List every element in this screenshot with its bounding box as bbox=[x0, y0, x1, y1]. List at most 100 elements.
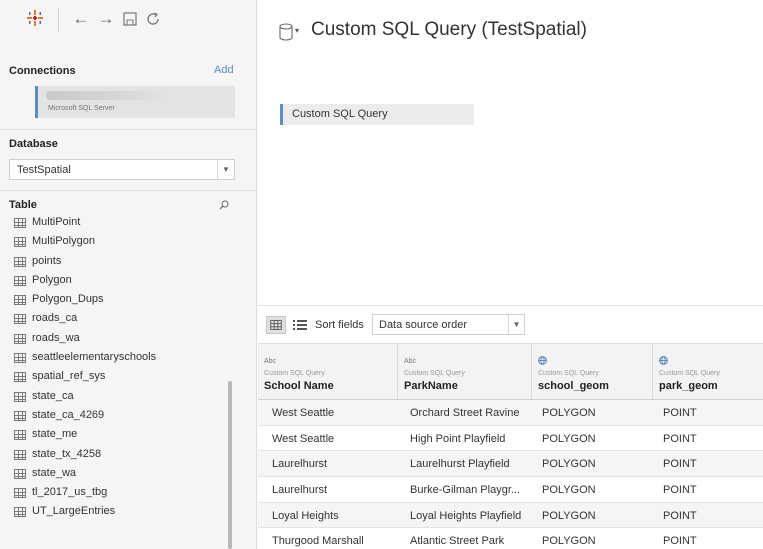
cell-park-geom: POINT bbox=[663, 509, 697, 522]
column-header[interactable]: Custom SQL Query school_geom bbox=[532, 344, 652, 399]
search-icon[interactable] bbox=[219, 200, 229, 210]
column-header[interactable]: Abc Custom SQL Query School Name bbox=[258, 344, 397, 399]
add-connection-link[interactable]: Add bbox=[214, 64, 234, 76]
table-icon bbox=[14, 507, 26, 518]
cell-school-geom: POLYGON bbox=[542, 484, 596, 497]
sort-fields-select[interactable]: Data source order ▼ bbox=[372, 314, 525, 335]
string-type-icon[interactable]: Abc bbox=[264, 358, 276, 365]
cell-park-name: Loyal Heights Playfield bbox=[410, 509, 522, 522]
save-icon[interactable] bbox=[123, 12, 137, 26]
table-icon bbox=[14, 488, 26, 499]
column-name[interactable]: school_geom bbox=[538, 380, 609, 392]
main-area: ▾ Custom SQL Query (TestSpatial) Custom … bbox=[258, 0, 763, 549]
grid-toolbar: Sort fields Data source order ▼ bbox=[258, 305, 763, 343]
column-header[interactable]: Custom SQL Query park_geom bbox=[653, 344, 763, 399]
table-icon bbox=[14, 295, 26, 306]
table-title: Table bbox=[9, 199, 37, 211]
cell-park-name: Atlantic Street Park bbox=[410, 535, 505, 548]
table-item[interactable]: Polygon_Dups bbox=[12, 290, 227, 309]
table-item[interactable]: points bbox=[12, 252, 227, 271]
grid-view-icon[interactable] bbox=[266, 316, 286, 334]
cell-school-name: Laurelhurst bbox=[272, 484, 328, 497]
table-item[interactable]: state_ca bbox=[12, 387, 227, 406]
column-source: Custom SQL Query bbox=[659, 370, 720, 377]
table-row[interactable]: West Seattle Orchard Street Ravine POLYG… bbox=[258, 400, 763, 426]
tableau-logo-icon[interactable] bbox=[27, 10, 43, 26]
table-item[interactable]: roads_wa bbox=[12, 329, 227, 348]
cell-park-geom: POINT bbox=[663, 458, 697, 471]
column-header[interactable]: Abc Custom SQL Query ParkName bbox=[398, 344, 531, 399]
table-icon bbox=[14, 314, 26, 325]
database-select-value: TestSpatial bbox=[17, 164, 71, 176]
table-icon bbox=[14, 372, 26, 383]
chevron-down-icon[interactable]: ▼ bbox=[508, 315, 524, 334]
table-list-scrollbar[interactable] bbox=[228, 381, 232, 549]
globe-icon[interactable] bbox=[538, 356, 547, 365]
table-item[interactable]: state_me bbox=[12, 425, 227, 444]
connections-title: Connections bbox=[9, 65, 76, 77]
cell-park-name: High Point Playfield bbox=[410, 432, 506, 445]
connection-item[interactable]: Microsoft SQL Server bbox=[35, 86, 235, 118]
table-item[interactable]: state_ca_4269 bbox=[12, 406, 227, 425]
refresh-icon[interactable] bbox=[145, 11, 161, 27]
data-source-page: ← → Connections Add Microsoft SQL Server… bbox=[0, 0, 763, 549]
table-item-label: spatial_ref_sys bbox=[32, 370, 106, 383]
database-title: Database bbox=[9, 138, 58, 150]
chevron-down-icon[interactable]: ▼ bbox=[217, 160, 234, 179]
table-item-label: state_ca bbox=[32, 389, 74, 402]
cell-school-geom: POLYGON bbox=[542, 458, 596, 471]
table-icon bbox=[14, 449, 26, 460]
table-item[interactable]: state_wa bbox=[12, 464, 227, 483]
table-item[interactable]: state_tx_4258 bbox=[12, 445, 227, 464]
column-name[interactable]: park_geom bbox=[659, 380, 718, 392]
toolbar-divider bbox=[58, 8, 59, 32]
table-item[interactable]: MultiPolygon bbox=[12, 232, 227, 251]
forward-arrow-icon[interactable]: → bbox=[97, 10, 115, 28]
column-name[interactable]: ParkName bbox=[404, 380, 458, 392]
table-item-label: Polygon bbox=[32, 273, 72, 286]
table-row[interactable]: Thurgood Marshall Atlantic Street Park P… bbox=[258, 528, 763, 549]
table-item[interactable]: Polygon bbox=[12, 271, 227, 290]
cell-school-name: Loyal Heights bbox=[272, 509, 339, 522]
cell-school-name: Thurgood Marshall bbox=[272, 535, 364, 548]
table-item[interactable]: roads_ca bbox=[12, 309, 227, 328]
cell-school-name: Laurelhurst bbox=[272, 458, 328, 471]
divider bbox=[0, 190, 257, 191]
table-item-label: MultiPolygon bbox=[32, 235, 95, 248]
table-icon bbox=[14, 410, 26, 421]
table-item-label: MultiPoint bbox=[32, 216, 81, 228]
table-icon bbox=[14, 256, 26, 267]
string-type-icon[interactable]: Abc bbox=[404, 358, 416, 365]
data-grid: Abc Custom SQL Query School Name Abc Cus… bbox=[258, 343, 763, 549]
back-arrow-icon[interactable]: ← bbox=[72, 10, 90, 28]
table-row[interactable]: Laurelhurst Laurelhurst Playfield POLYGO… bbox=[258, 451, 763, 478]
cell-school-geom: POLYGON bbox=[542, 509, 596, 522]
database-select[interactable]: TestSpatial ▼ bbox=[9, 159, 235, 180]
table-icon bbox=[14, 430, 26, 441]
column-name[interactable]: School Name bbox=[264, 380, 334, 392]
toolbar: ← → bbox=[0, 0, 257, 40]
table-icon bbox=[14, 353, 26, 364]
connection-name-redacted bbox=[46, 91, 166, 100]
table-item[interactable]: MultiPoint bbox=[12, 213, 227, 232]
divider bbox=[0, 129, 257, 130]
cell-park-geom: POINT bbox=[663, 535, 697, 548]
table-row[interactable]: Laurelhurst Burke-Gilman Playgr... POLYG… bbox=[258, 477, 763, 503]
table-item[interactable]: UT_LargeEntries bbox=[12, 502, 227, 521]
table-row[interactable]: Loyal Heights Loyal Heights Playfield PO… bbox=[258, 502, 763, 529]
table-row[interactable]: West Seattle High Point Playfield POLYGO… bbox=[258, 426, 763, 452]
table-item[interactable]: seattleelementaryschools bbox=[12, 348, 227, 367]
table-item-label: points bbox=[32, 254, 62, 267]
table-item[interactable]: tl_2017_us_tbg bbox=[12, 483, 227, 502]
page-title[interactable]: Custom SQL Query (TestSpatial) bbox=[311, 19, 587, 41]
table-icon bbox=[14, 237, 26, 248]
chevron-down-icon[interactable]: ▾ bbox=[295, 26, 299, 35]
cell-park-name: Burke-Gilman Playgr... bbox=[410, 484, 521, 497]
globe-icon[interactable] bbox=[659, 356, 668, 365]
table-item-label: state_ca_4269 bbox=[32, 408, 105, 421]
table-item-label: state_me bbox=[32, 428, 78, 441]
custom-sql-query-item[interactable]: Custom SQL Query bbox=[280, 104, 474, 125]
column-source: Custom SQL Query bbox=[404, 370, 465, 377]
list-view-icon[interactable] bbox=[290, 316, 310, 334]
table-item[interactable]: spatial_ref_sys bbox=[12, 367, 227, 386]
